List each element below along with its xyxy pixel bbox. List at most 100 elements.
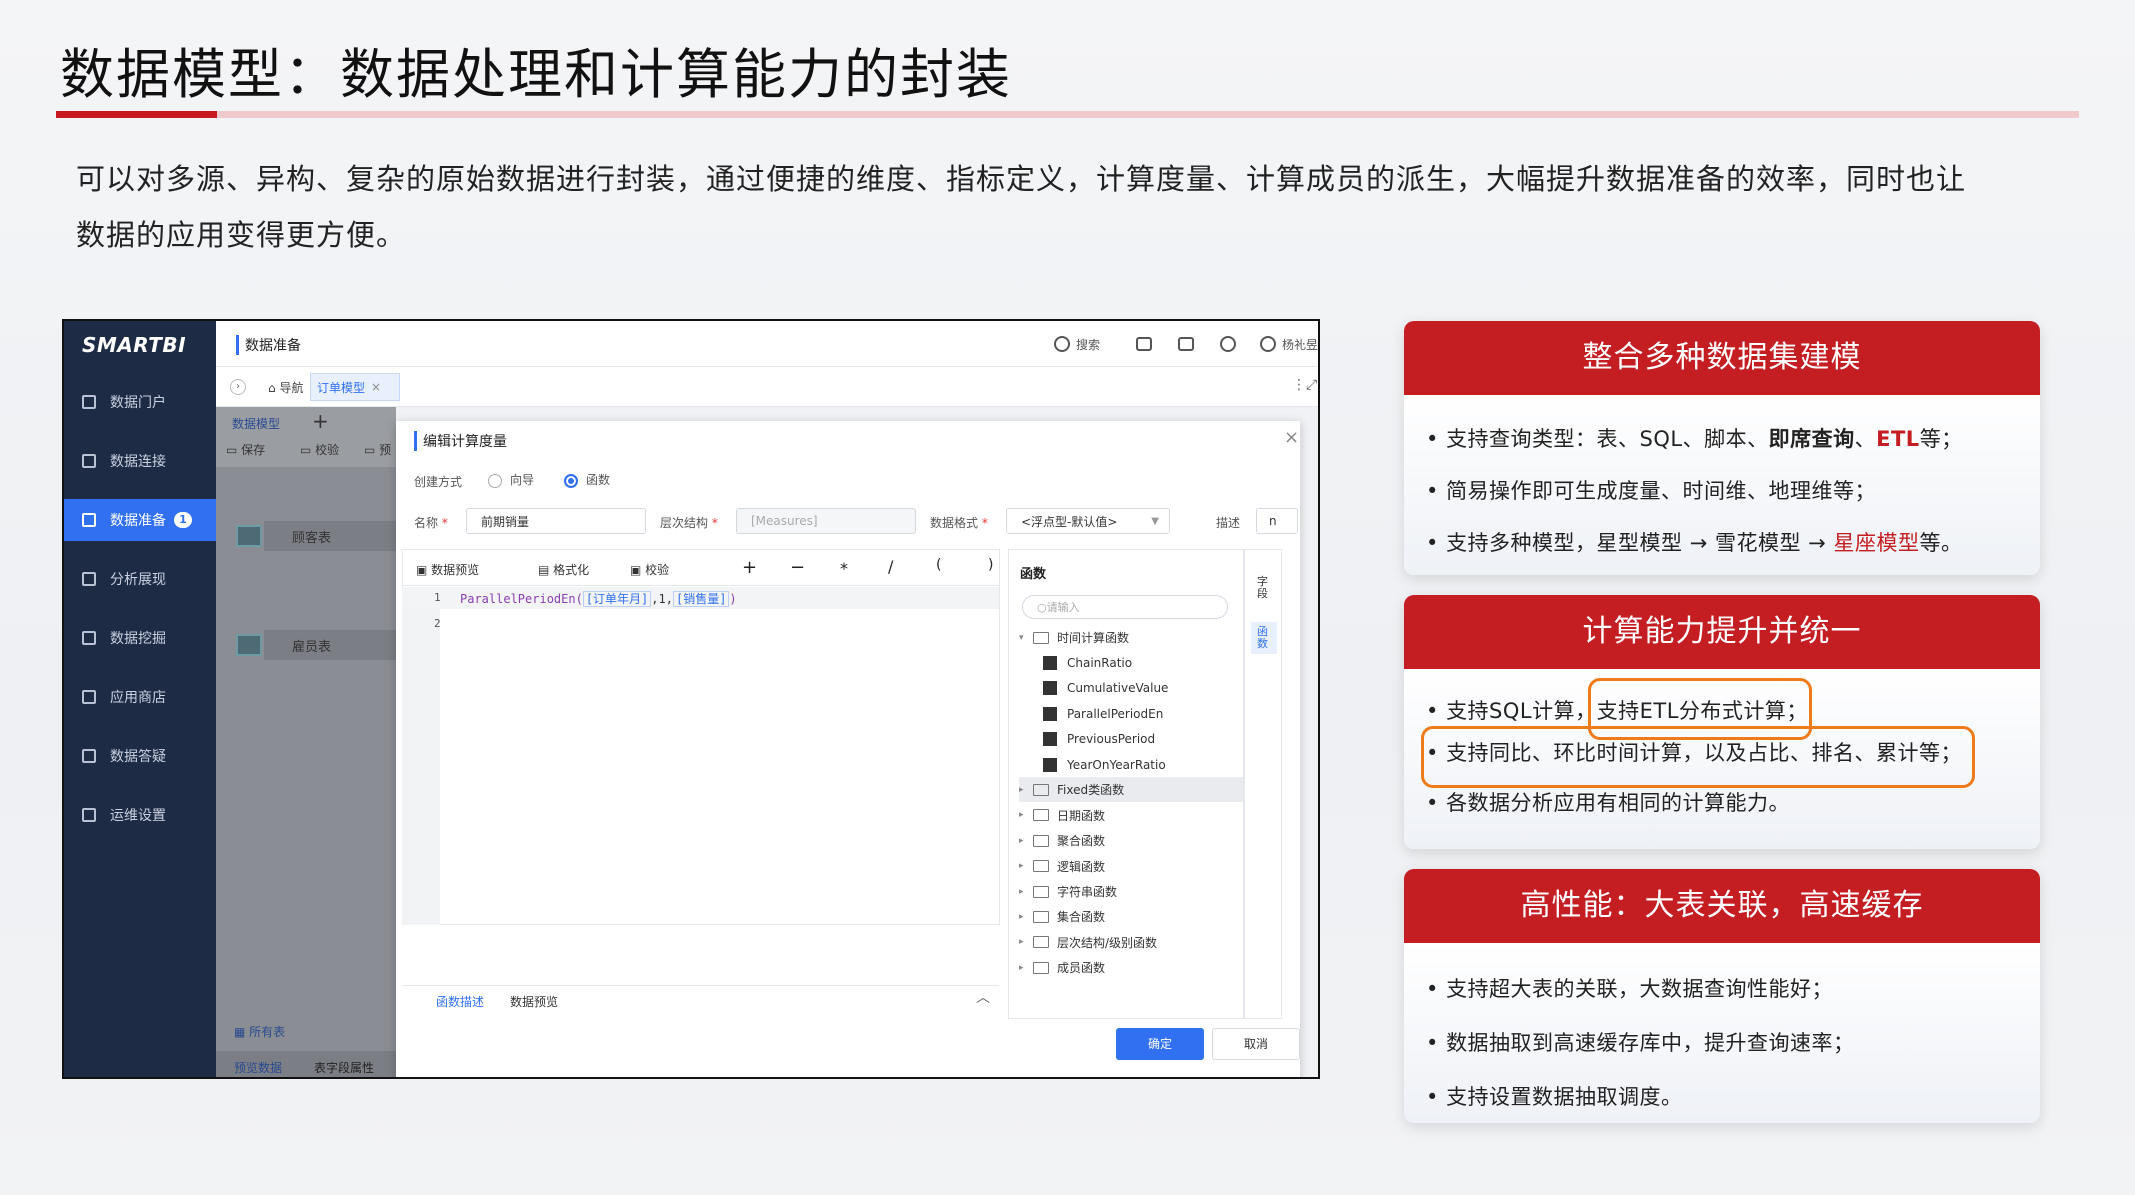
chevron-right-icon[interactable]: ▸ [1019,785,1029,795]
folder-icon [1033,910,1049,923]
nav-item-store[interactable]: 应用商店 [64,676,216,718]
function-item[interactable]: YearOnYearRatio [1019,752,1243,777]
card-bullet: • 支持超大表的关联，大数据查询性能好； [1426,977,1834,1001]
function-item[interactable]: PreviousPeriod [1019,727,1243,752]
model-check-button[interactable]: ▭ 校验 [300,441,339,458]
function-folder[interactable]: ▸ 层次结构/级别函数 [1019,930,1243,955]
notification-button[interactable] [1220,331,1242,357]
op-lparen-button[interactable]: ( [936,557,941,573]
preview-data-tab[interactable]: 预览数据 [234,1059,282,1076]
function-folder[interactable]: ▾ 时间计算函数 [1019,625,1243,650]
chevron-right-icon[interactable]: ▸ [1019,887,1029,897]
table-node-customer[interactable]: 顾客表 [264,521,396,551]
function-item[interactable]: ChainRatio [1019,650,1243,675]
card-bullet: • 支持多种模型，星型模型 → 雪花模型 → 星座模型等。 [1426,531,1963,555]
desc-label: 描述 [1216,516,1241,530]
kebab-icon[interactable]: ⋮ [1292,377,1306,393]
code-paren: ) [729,592,737,606]
op-divide-button[interactable]: / [888,557,893,576]
card-title: 计算能力提升并统一 [1404,595,2040,669]
op-minus-button[interactable]: − [790,557,805,578]
model-extra-button[interactable]: ▭ 预 [364,441,391,458]
editor-format-button[interactable]: ▤ 格式化 [538,561,589,578]
function-folder[interactable]: ▸ 成员函数 [1019,955,1243,980]
function-item[interactable]: CumulativeValue [1019,676,1243,701]
format-select[interactable]: <浮点型-默认值> ▼ [1006,508,1170,534]
chevron-right-icon[interactable]: ▸ [1019,937,1029,947]
function-folder[interactable]: ▸ 逻辑函数 [1019,854,1243,879]
table-node-employee[interactable]: 雇员表 [264,630,396,660]
chevron-right-icon[interactable]: ▸ [1019,810,1029,820]
nav-label: 数据准备 [110,513,166,529]
radio-label: 向导 [510,473,535,487]
nav-badge: 1 [174,512,192,528]
op-rparen-button[interactable]: ) [988,557,993,573]
function-icon [1043,706,1057,721]
function-folder[interactable]: ▸ 聚合函数 [1019,828,1243,853]
nav-item-prepare[interactable]: 数据准备 1 [64,499,216,541]
side-tab-functions[interactable]: 函数 [1251,622,1277,654]
editor-preview-button[interactable]: ▣ 数据预览 [416,561,479,578]
field-props-tab[interactable]: 表字段属性 [314,1059,374,1076]
nav-item-analysis[interactable]: 分析展现 [64,558,216,600]
tab-function-desc[interactable]: 函数描述 [436,993,484,1010]
add-model-button[interactable]: + [312,409,329,433]
nav-item-portal[interactable]: 数据门户 [64,381,216,423]
all-tables-button[interactable]: ▦ 所有表 [234,1023,285,1040]
tasks-button[interactable] [1178,331,1194,357]
nav-item-qa[interactable]: 数据答疑 [64,735,216,777]
function-folder[interactable]: ▸ 集合函数 [1019,904,1243,929]
op-plus-button[interactable]: + [742,557,757,578]
nav-item-settings[interactable]: 运维设置 [64,794,216,836]
cancel-button[interactable]: 取消 [1212,1028,1300,1060]
tab-close-icon[interactable]: × [371,380,381,394]
side-tab-fields[interactable]: 字段 [1257,576,1271,600]
title-underline-accent [56,111,217,118]
model-save-button[interactable]: ▭ 保存 [226,441,265,458]
hierarchy-input[interactable]: [Measures] [736,508,916,534]
function-folder[interactable]: ▸ 日期函数 [1019,803,1243,828]
tab-order-model[interactable]: 订单模型 × [310,373,400,401]
save-label: 保存 [241,443,266,457]
tool-icon: ▭ [364,443,380,457]
title-underline [217,111,2079,118]
fullscreen-icon[interactable]: ⤢ [1306,377,1317,393]
tables-icon: ▦ [234,1025,250,1039]
mode-function-radio[interactable]: 函数 [564,471,610,488]
more-button[interactable]: ··· [1298,331,1309,357]
desc-input[interactable]: n [1256,508,1298,534]
function-search-input[interactable]: ○ 请输入 [1022,595,1228,619]
function-folder[interactable]: ▸ Fixed类函数 [1019,777,1243,803]
line-number: 2 [434,617,441,630]
function-icon [1043,655,1057,670]
mode-wizard-radio[interactable]: 向导 [488,471,534,488]
nav-item-connection[interactable]: 数据连接 [64,440,216,482]
function-folder[interactable]: ▸ 字符串函数 [1019,879,1243,904]
chevron-right-icon[interactable]: ▸ [1019,912,1029,922]
search-button[interactable]: 搜索 [1054,331,1100,357]
tab-nav[interactable]: ⌂ 导航 [268,379,303,396]
bullet-text: 数据抽取到高速缓存库中，提升查询速率； [1446,1031,1855,1055]
chevron-right-icon[interactable]: ▸ [1019,963,1029,973]
highlight-ring-ratio [1421,726,1975,788]
hierarchy-label-text: 层次结构 [660,516,709,530]
expand-icon[interactable]: › [230,379,246,395]
mining-icon [82,631,96,645]
code-function: ParallelPeriodEn( [460,592,583,606]
chevron-right-icon[interactable]: ▸ [1019,861,1029,871]
op-multiply-button[interactable]: * [840,559,848,578]
editor-check-button[interactable]: ▣ 校验 [630,561,669,578]
nav-item-mining[interactable]: 数据挖掘 [64,617,216,659]
collapse-icon[interactable]: ︿ [976,987,990,1007]
chevron-right-icon[interactable]: ▸ [1019,836,1029,846]
model-tab[interactable]: 数据模型 [232,415,280,432]
chevron-down-icon: ▼ [1151,515,1159,527]
name-input[interactable]: 前期销量 [466,508,646,534]
chevron-down-icon[interactable]: ▾ [1019,633,1029,643]
home-button[interactable] [1136,331,1152,357]
mode-label: 创建方式 [414,475,463,489]
dialog-close-icon[interactable]: × [1284,427,1299,448]
function-item[interactable]: ParallelPeriodEn [1019,701,1243,726]
tab-data-preview[interactable]: 数据预览 [510,993,558,1010]
ok-button[interactable]: 确定 [1116,1028,1204,1060]
